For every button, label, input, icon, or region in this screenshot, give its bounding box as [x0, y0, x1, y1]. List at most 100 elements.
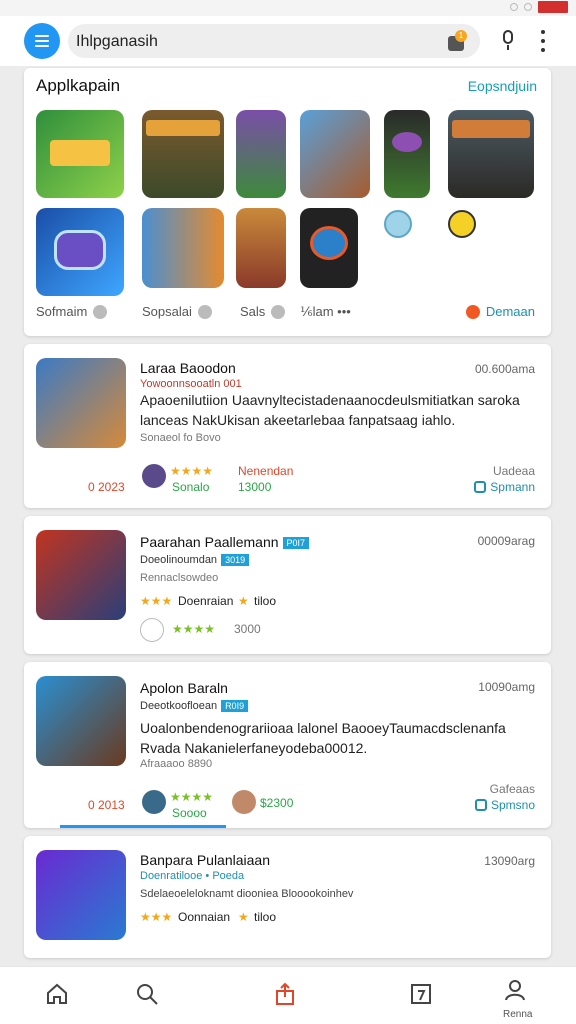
notification-badge: 1: [455, 30, 467, 42]
section-action-button[interactable]: Demaan: [465, 304, 535, 319]
item-description: Apaoenilutiion Uaavnyltecistadenaanocdeu…: [140, 392, 520, 428]
app-tile[interactable]: [36, 208, 124, 296]
nav-profile[interactable]: [502, 977, 532, 1007]
avatar: [232, 790, 256, 814]
app-tile[interactable]: [142, 110, 224, 198]
app-tile[interactable]: [300, 208, 358, 288]
search-icon: [137, 984, 158, 1005]
profile-icon: [505, 980, 525, 1001]
apps-section: Applkapain Eopsndjuin Sofmaim Sopsalai S…: [24, 68, 551, 336]
app-tile[interactable]: [384, 110, 430, 198]
rating-stars: ★: [238, 910, 249, 924]
share-icon: [276, 982, 294, 1005]
avatar: [142, 790, 166, 814]
item-time: 10090amg: [478, 680, 535, 694]
nav-share[interactable]: [272, 981, 302, 1011]
rating-stars: ★: [238, 594, 249, 608]
rating-stars: ★★★: [140, 594, 173, 608]
rating-stars: ★★★★: [170, 790, 214, 804]
item-extra: 3000: [234, 622, 261, 636]
notification-icon: [510, 3, 518, 11]
item-title: Banpara Pulanlaiaan: [140, 852, 270, 868]
app-tile[interactable]: [448, 110, 534, 198]
item-status: Gafeaas: [489, 782, 535, 796]
status-icons: [510, 0, 568, 14]
item-title: Paarahan Paallemann P0I7: [140, 534, 310, 550]
menu-button[interactable]: [24, 23, 60, 59]
section-title: Applkapain: [36, 76, 121, 95]
item-price: 0 2023: [88, 480, 125, 494]
app-tile[interactable]: [300, 110, 370, 198]
mic-icon: [503, 30, 513, 44]
item-status: Uadeaa: [492, 464, 535, 478]
list-item[interactable]: Apolon Baraln 10090amg Deeotkoofloean R0I…: [24, 662, 551, 828]
item-extra: Sonalo: [172, 480, 210, 494]
item-meta: Afraaaoo 8890: [140, 758, 213, 770]
item-meta: Rennaclsowdeo: [140, 572, 219, 584]
cart-button[interactable]: 1: [448, 30, 467, 52]
list-item[interactable]: Paarahan Paallemann P0I7 00009arag Doeoli…: [24, 516, 551, 654]
footer-item[interactable]: Sopsalai: [142, 304, 212, 319]
info-icon: [271, 304, 286, 319]
search-bar[interactable]: Ihlpganasih 1: [68, 24, 480, 58]
list-item[interactable]: Laraa Baoodon 00.600ama Yowoonnsooatln 0…: [24, 344, 551, 508]
action-icon: [465, 304, 480, 319]
app-bar: Ihlpganasih 1: [0, 16, 576, 66]
item-thumbnail: [36, 530, 126, 620]
nav-search[interactable]: [134, 981, 164, 1011]
item-extra: $2300: [260, 796, 294, 810]
list-item[interactable]: Banpara Pulanlaiaan 13090arg Doenratiloo…: [24, 836, 551, 958]
item-thumbnail: [36, 358, 126, 448]
item-subtitle: Yowoonnsooatln 001: [140, 378, 242, 390]
item-extra: Oonnaian: [178, 910, 231, 924]
item-action-button[interactable]: Spmann: [474, 480, 535, 494]
nav-home[interactable]: [44, 981, 74, 1011]
more-vert-button[interactable]: [536, 30, 550, 52]
avatar: [142, 464, 166, 488]
menu-icon: [35, 35, 49, 37]
app-tile[interactable]: [236, 110, 286, 198]
item-subtitle: Doeolinoumdan 3019: [140, 554, 250, 567]
item-meta: Sonaeol fo Bovo: [140, 432, 221, 444]
item-extra: Nenendan: [238, 464, 294, 478]
wifi-icon: [524, 3, 532, 11]
app-tile[interactable]: [448, 210, 476, 238]
item-description: Uoalonbendenograriioaa lalonel BaooeyTau…: [140, 720, 506, 756]
nav-calendar[interactable]: [408, 981, 438, 1011]
item-extra: Soooo: [172, 806, 207, 820]
mic-button[interactable]: [498, 30, 518, 52]
item-action-button[interactable]: Spmsno: [474, 798, 535, 812]
check-icon: [474, 481, 487, 493]
app-tile[interactable]: [384, 210, 412, 238]
item-subtitle: Doenratilooe • Poeda: [140, 870, 245, 882]
item-extra: tiloo: [254, 594, 277, 608]
item-extra: Doenraian: [178, 594, 234, 608]
item-subtitle: Deeotkoofloean R0I9: [140, 700, 249, 713]
search-input[interactable]: Ihlpganasih: [76, 33, 158, 51]
bottom-navigation: Renna: [0, 966, 576, 1024]
add-icon[interactable]: [140, 618, 164, 642]
app-tile[interactable]: [142, 208, 224, 288]
progress-bar: [60, 825, 226, 828]
footer-item[interactable]: ⅙lam •••: [300, 304, 351, 320]
tag-icon: [197, 304, 212, 319]
item-title: Apolon Baraln: [140, 680, 228, 696]
footer-item[interactable]: Sals: [240, 304, 286, 319]
item-time: 00.600ama: [474, 362, 535, 376]
rating-stars: ★★★: [140, 910, 173, 924]
item-price: 0 2013: [88, 798, 125, 812]
item-thumbnail: [36, 850, 126, 940]
calendar-icon: [411, 984, 431, 1004]
rating-stars: ★★★★: [172, 622, 216, 636]
battery-icon: [538, 1, 568, 13]
nav-profile-label: Renna: [503, 1009, 533, 1020]
item-meta: Sdelaeoeleloknamt diooniea Blooookoinhev: [140, 888, 354, 900]
section-link[interactable]: Eopsndjuin: [468, 78, 537, 94]
check-icon: [474, 799, 487, 811]
app-tile[interactable]: [236, 208, 286, 288]
item-extra: tiloo: [254, 910, 277, 924]
item-time: 00009arag: [477, 534, 535, 548]
app-tile[interactable]: [36, 110, 124, 198]
footer-item[interactable]: Sofmaim: [36, 304, 108, 319]
item-extra: 13000: [238, 480, 272, 494]
